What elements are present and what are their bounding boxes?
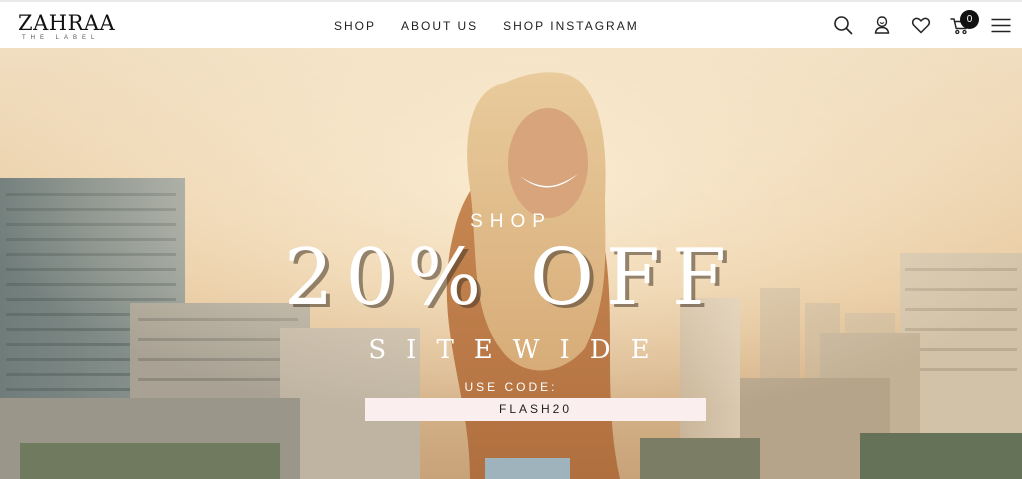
- nav-item-shop[interactable]: SHOP: [334, 19, 376, 33]
- nav-item-about-us[interactable]: ABOUT US: [401, 19, 478, 33]
- promo-overlay: SHOP 20% OFF SITEWIDE USE CODE: FLASH20: [0, 48, 1022, 479]
- account-icon[interactable]: [871, 14, 893, 36]
- promo-code-label: USE CODE:: [464, 380, 558, 394]
- hero-banner[interactable]: SHOP 20% OFF SITEWIDE USE CODE: FLASH20: [0, 48, 1022, 479]
- wishlist-heart-icon[interactable]: [910, 14, 932, 36]
- promo-sitewide-text: SITEWIDE: [368, 335, 670, 365]
- cart-count-badge: 0: [960, 10, 979, 29]
- main-nav: SHOP ABOUT US SHOP INSTAGRAM: [334, 19, 639, 33]
- promo-headline: 20% OFF: [283, 233, 739, 323]
- promo-code-box[interactable]: FLASH20: [365, 398, 706, 421]
- site-header: ZAHRAA THE LABEL SHOP ABOUT US SHOP INST…: [0, 0, 1022, 48]
- brand-tagline: THE LABEL: [22, 35, 100, 41]
- brand-logo[interactable]: ZAHRAA THE LABEL: [18, 11, 118, 45]
- search-icon[interactable]: [832, 14, 854, 36]
- menu-icon[interactable]: [990, 14, 1012, 36]
- promo-shop-text: SHOP: [470, 211, 552, 232]
- nav-item-shop-instagram[interactable]: SHOP INSTAGRAM: [503, 19, 639, 33]
- brand-name: ZAHRAA: [18, 11, 116, 35]
